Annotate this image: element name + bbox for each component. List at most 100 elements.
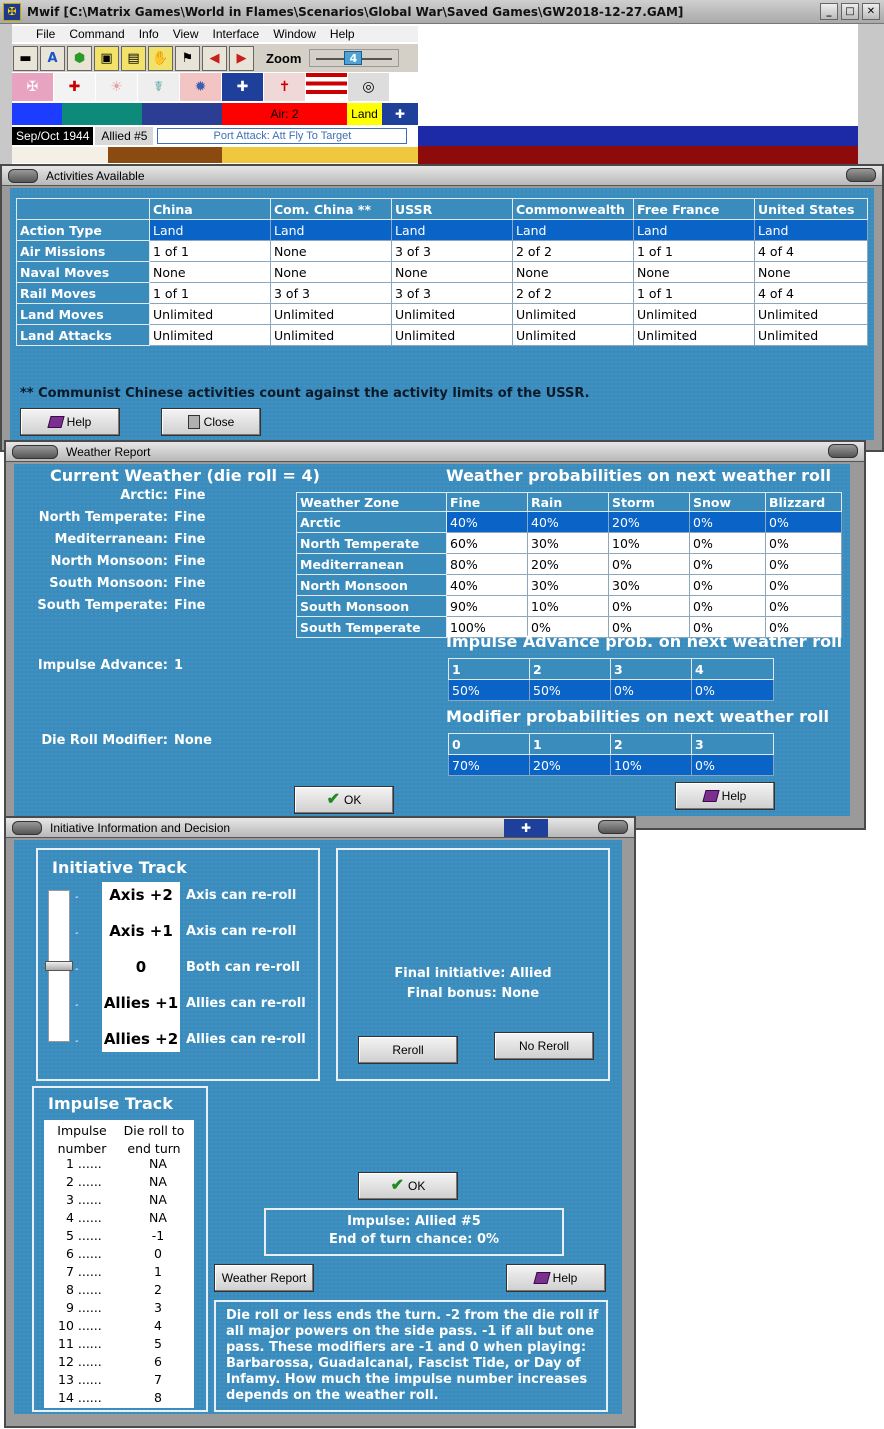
table-row[interactable]: 50% 50% 0% 0%: [448, 679, 774, 701]
table-cell: None: [512, 261, 634, 283]
final-bonus: Final bonus: None: [406, 986, 540, 1001]
font-icon[interactable]: A: [40, 45, 65, 71]
unit-icon[interactable]: ▬: [13, 45, 38, 71]
table-cell: Unlimited: [512, 324, 634, 346]
notes-icon[interactable]: ▤: [121, 45, 146, 71]
dialog-close-icon[interactable]: [846, 168, 876, 182]
save-icon[interactable]: ▣: [94, 45, 119, 71]
impulse-die-roll: 3: [154, 1300, 162, 1315]
close-window-button[interactable]: ✕: [862, 3, 880, 20]
row-label: Land Moves: [16, 303, 150, 325]
activities-close-button[interactable]: Close: [161, 408, 261, 436]
flag-usa-icon[interactable]: [306, 73, 348, 101]
table-cell: 1 of 1: [633, 282, 755, 304]
flag-italy-icon[interactable]: ✚: [54, 73, 96, 101]
initiative-ok-button[interactable]: ✔ OK: [358, 1172, 458, 1200]
impulse-number: 8 ......: [66, 1282, 102, 1297]
dialog-close-icon[interactable]: [828, 444, 858, 458]
zoom-thumb[interactable]: 4: [344, 51, 363, 65]
impulse-row: 8 ...... 2: [42, 1282, 182, 1300]
impulse-number: 12 ......: [58, 1354, 102, 1369]
hand-icon[interactable]: ✋: [148, 45, 173, 71]
row-label: Action Type: [16, 219, 150, 241]
row-label: South Temperate: [296, 616, 447, 638]
weather-prob-table: Weather Zone Fine Rain Storm Snow Blizza…: [296, 492, 842, 638]
weather-report-button[interactable]: Weather Report: [214, 1264, 314, 1292]
flag-germany-icon[interactable]: ✠: [12, 73, 54, 101]
table-row[interactable]: 70% 20% 10% 0%: [448, 754, 774, 776]
table-cell: Land: [512, 219, 634, 241]
table-cell: 3 of 3: [391, 240, 513, 262]
status-air: Air: 2: [222, 103, 347, 125]
table-cell: 50%: [448, 679, 530, 701]
menu-command[interactable]: Command: [63, 26, 132, 42]
table-row[interactable]: North Monsoon 40% 30% 30% 0% 0%: [296, 574, 842, 596]
table-row[interactable]: Action Type Land Land Land Land Land Lan…: [16, 219, 868, 241]
impulse-row: 11 ...... 5: [42, 1336, 182, 1354]
initiative-help-button[interactable]: Help: [506, 1264, 606, 1292]
table-row[interactable]: Land Attacks Unlimited Unlimited Unlimit…: [16, 324, 868, 346]
impulse-row: 9 ...... 3: [42, 1300, 182, 1318]
check-icon: ✔: [390, 1177, 405, 1194]
ok-label: OK: [408, 1179, 426, 1193]
flag-ussr-icon[interactable]: ◎: [348, 73, 390, 101]
activities-table: China Com. China ** USSR Commonwealth Fr…: [16, 198, 868, 346]
app-title-bar: ✠ Mwif [C:\Matrix Games\World in Flames\…: [0, 0, 884, 24]
flag-china-nationalist-icon[interactable]: ✹: [180, 73, 222, 101]
initiative-slider[interactable]: [45, 890, 73, 1042]
table-cell: 50%: [529, 679, 611, 701]
impulse-number: 1 ......: [66, 1156, 102, 1171]
modifier-prob-table: 0 1 2 3 70% 20% 10% 0%: [448, 733, 774, 776]
flag-icon[interactable]: ⚑: [175, 45, 200, 71]
impulse-row: 14 ...... 8: [42, 1390, 182, 1408]
flag-japan-icon[interactable]: ☀: [96, 73, 138, 101]
menu-interface[interactable]: Interface: [207, 26, 268, 42]
map-area[interactable]: [418, 24, 858, 126]
weather-ok-button[interactable]: ✔ OK: [294, 786, 394, 814]
activities-title-bar[interactable]: Activities Available: [2, 166, 882, 186]
arrow-left-icon[interactable]: ◀: [202, 45, 227, 71]
initiative-track-panel: Initiative Track - - - - - Axis +2 Axis …: [36, 848, 320, 1081]
table-row[interactable]: Rail Moves 1 of 1 3 of 3 3 of 3 2 of 2 1…: [16, 282, 868, 304]
table-row[interactable]: Arctic 40% 40% 20% 0% 0%: [296, 511, 842, 533]
maximize-button[interactable]: □: [841, 3, 859, 20]
system-menu-icon[interactable]: [8, 168, 38, 183]
explanation-panel: Die roll or less ends the turn. -2 from …: [214, 1300, 608, 1412]
flag-commonwealth-icon[interactable]: ✚: [222, 73, 264, 101]
flag-free-france-icon[interactable]: ✝: [264, 73, 306, 101]
table-row[interactable]: Land Moves Unlimited Unlimited Unlimited…: [16, 303, 868, 325]
hex-icon[interactable]: ⬢: [67, 45, 92, 71]
map-ussr-red: [418, 146, 858, 164]
reroll-button[interactable]: Reroll: [358, 1036, 458, 1064]
initiative-slider-thumb[interactable]: [45, 961, 73, 971]
minimize-button[interactable]: _: [820, 3, 838, 20]
table-row[interactable]: South Monsoon 90% 10% 0% 0% 0%: [296, 595, 842, 617]
menu-file[interactable]: File: [12, 26, 63, 42]
menu-view[interactable]: View: [167, 26, 207, 42]
system-menu-icon[interactable]: [12, 444, 58, 459]
weather-help-button[interactable]: Help: [675, 782, 775, 810]
dialog-close-icon[interactable]: [598, 820, 628, 834]
window-frame-left: [0, 24, 12, 164]
zoom-slider[interactable]: 4: [309, 49, 400, 67]
table-row[interactable]: Naval Moves None None None None None Non…: [16, 261, 868, 283]
system-menu-icon[interactable]: [12, 820, 42, 835]
table-cell: 4 of 4: [754, 240, 868, 262]
initiative-title-bar[interactable]: Initiative Information and Decision ✚: [6, 818, 634, 838]
table-cell: None: [754, 261, 868, 283]
menu-info[interactable]: Info: [133, 26, 167, 42]
table-row[interactable]: Air Missions 1 of 1 None 3 of 3 2 of 2 1…: [16, 240, 868, 262]
flag-china-icon[interactable]: ☤: [138, 73, 180, 101]
toolbar: ▬ A ⬢ ▣ ▤ ✋ ⚑ ◀ ▶ Zoom 4: [12, 44, 418, 72]
no-reroll-button[interactable]: No Reroll: [494, 1032, 594, 1060]
current-action: Port Attack: Att Fly To Target: [157, 128, 408, 144]
table-row[interactable]: North Temperate 60% 30% 10% 0% 0%: [296, 532, 842, 554]
menu-window[interactable]: Window: [267, 26, 324, 42]
menu-help[interactable]: Help: [324, 26, 363, 42]
activities-body: China Com. China ** USSR Commonwealth Fr…: [10, 188, 874, 440]
activities-help-button[interactable]: Help: [20, 408, 120, 436]
weather-title-bar[interactable]: Weather Report: [6, 442, 864, 462]
impulse-advance-label: Impulse Advance:: [37, 658, 168, 673]
arrow-right-icon[interactable]: ▶: [229, 45, 254, 71]
table-row[interactable]: Mediterranean 80% 20% 0% 0% 0%: [296, 553, 842, 575]
